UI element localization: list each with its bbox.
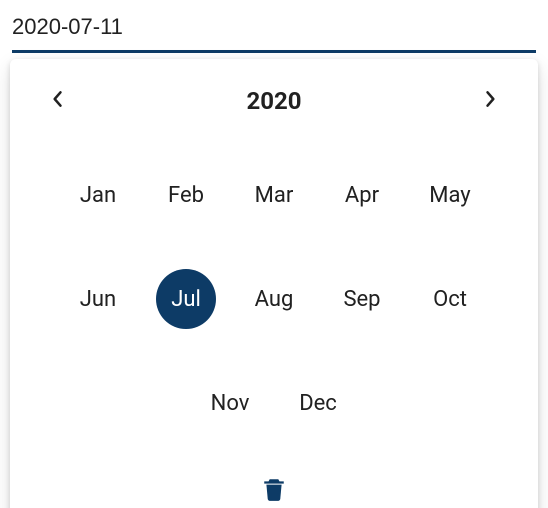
month-aug[interactable]: Aug: [244, 269, 304, 329]
month-sep[interactable]: Sep: [332, 269, 392, 329]
date-input[interactable]: [12, 8, 536, 53]
months-grid: Jan Feb Mar Apr May Jun Jul Aug Sep Oct Nov Dec: [34, 129, 514, 463]
prev-year-button[interactable]: [40, 83, 76, 119]
month-picker-panel: 2020 Jan Feb Mar Apr May Jun Jul Aug Sep Oct Nov De…: [10, 59, 538, 508]
month-nov[interactable]: Nov: [200, 373, 260, 433]
clear-button[interactable]: [254, 471, 294, 508]
month-oct[interactable]: Oct: [420, 269, 480, 329]
picker-footer: [34, 463, 514, 508]
month-mar[interactable]: Mar: [244, 165, 304, 225]
next-year-button[interactable]: [472, 83, 508, 119]
month-feb[interactable]: Feb: [156, 165, 216, 225]
month-dec[interactable]: Dec: [288, 373, 348, 433]
chevron-left-icon: [51, 89, 65, 113]
chevron-right-icon: [483, 89, 497, 113]
month-jun[interactable]: Jun: [68, 269, 128, 329]
month-jul[interactable]: Jul: [156, 269, 216, 329]
year-label[interactable]: 2020: [246, 87, 301, 115]
month-apr[interactable]: Apr: [332, 165, 392, 225]
trash-icon: [261, 475, 287, 507]
picker-header: 2020: [34, 79, 514, 129]
month-jan[interactable]: Jan: [68, 165, 128, 225]
month-may[interactable]: May: [420, 165, 480, 225]
